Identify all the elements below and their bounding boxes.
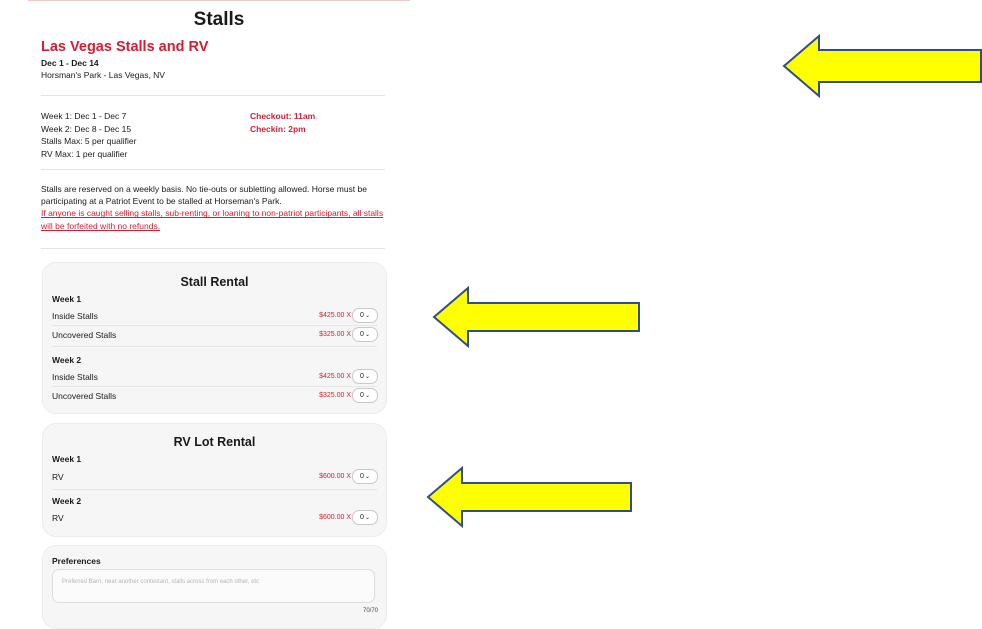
arrow-left-icon [782, 34, 982, 98]
qty-value: 0 [360, 392, 364, 399]
stall-week1-inside-qty-select[interactable]: 0⌄ [352, 308, 378, 323]
event-dates: Dec 1 - Dec 14 [41, 58, 99, 68]
stall-week2-inside-qty-select[interactable]: 0⌄ [352, 369, 378, 384]
info-week1: Week 1: Dec 1 - Dec 7 [41, 111, 127, 121]
arrow-left-icon [426, 466, 632, 528]
character-counter: 70/70 [362, 608, 378, 614]
rv-rental-title: RV Lot Rental [173, 435, 256, 449]
preferences-label: Preferences [52, 556, 101, 566]
rv-week1-label-rv: RV [52, 472, 64, 482]
stall-week2-inside-label: Inside Stalls [52, 372, 98, 382]
arrow-left-icon [432, 286, 640, 348]
stall-week2-label: Week 2 [52, 355, 82, 365]
info-stalls-max: Stalls Max: 5 per qualifier [41, 136, 137, 146]
info-week2: Week 2: Dec 8 - Dec 15 [41, 123, 132, 134]
row-divider [52, 489, 377, 490]
rv-week2-qty-select[interactable]: 0⌄ [352, 510, 378, 525]
rv-week2-price: $600.00 X [319, 514, 351, 521]
top-rule [28, 0, 410, 1]
rv-week2-label: Week 2 [52, 496, 82, 506]
stall-week1-uncovered-label: Uncovered Stalls [52, 330, 117, 340]
divider [41, 248, 385, 249]
chevron-down-icon: ⌄ [364, 313, 370, 319]
stall-week2-uncovered-qty-select[interactable]: 0⌄ [352, 388, 378, 403]
rules-text: Stalls are reserved on a weekly basis. N… [41, 183, 386, 232]
stall-week2-uncovered-price: $325.00 X [319, 392, 351, 399]
stall-week2-uncovered-label: Uncovered Stalls [52, 391, 117, 401]
qty-value: 0 [360, 473, 364, 480]
info-rv-max: RV Max: 1 per qualifier [41, 148, 128, 159]
chevron-down-icon: ⌄ [364, 374, 370, 380]
rv-week1-label: Week 1 [52, 454, 82, 464]
stall-rental-card: Stall Rental Week 1 Inside Stalls $425.0… [42, 262, 387, 414]
checkin-time: Checkin: 2pm [250, 123, 306, 134]
stall-week1-uncovered-qty-select[interactable]: 0⌄ [352, 327, 378, 342]
rv-week1-qty-select[interactable]: 0⌄ [352, 469, 378, 484]
qty-value: 0 [360, 331, 364, 338]
preferences-textarea[interactable]: Preferred Barn, near another contestant,… [52, 569, 375, 603]
qty-value: 0 [360, 312, 364, 319]
checkout-time: Checkout: 11am [250, 111, 316, 121]
row-divider [52, 325, 377, 326]
chevron-down-icon: ⌄ [364, 393, 370, 399]
arrow-shape [426, 466, 632, 528]
row-divider [52, 386, 377, 387]
preferences-placeholder: Preferred Barn, near another contestant,… [62, 579, 260, 585]
page-title: Stalls [193, 9, 245, 30]
stall-week2-inside-price: $425.00 X [319, 373, 351, 380]
info-left: Week 1: Dec 1 - Dec 7 Week 2: Dec 8 - De… [41, 110, 136, 160]
rv-week2-label-rv: RV [52, 513, 64, 523]
arrow-shape [782, 34, 982, 98]
event-location: Horsman's Park - Las Vegas, NV [41, 70, 165, 80]
rv-rental-card: RV Lot Rental Week 1 RV $600.00 X 0⌄ Wee… [42, 423, 387, 537]
divider [41, 95, 385, 96]
qty-value: 0 [360, 373, 364, 380]
stall-week1-inside-price: $425.00 X [319, 312, 351, 319]
stall-rental-title: Stall Rental [180, 275, 249, 289]
row-divider [52, 346, 377, 347]
stall-week1-label: Week 1 [52, 294, 82, 304]
event-name: Las Vegas Stalls and RV [41, 39, 209, 55]
stall-week1-uncovered-price: $325.00 X [319, 331, 351, 338]
chevron-down-icon: ⌄ [364, 474, 370, 480]
qty-value: 0 [360, 514, 364, 521]
arrow-shape [432, 286, 640, 348]
rv-week1-price: $600.00 X [319, 473, 351, 480]
stall-week1-inside-label: Inside Stalls [52, 311, 98, 321]
chevron-down-icon: ⌄ [364, 332, 370, 338]
stalls-page: Stalls Las Vegas Stalls and RV Dec 1 - D… [28, 0, 410, 629]
rules-warning-link[interactable]: If anyone is caught selling stalls, sub-… [41, 208, 383, 230]
info-right: Checkout: 11am Checkin: 2pm [250, 110, 315, 135]
rules-body: Stalls are reserved on a weekly basis. N… [41, 184, 367, 207]
chevron-down-icon: ⌄ [364, 515, 370, 521]
divider [41, 169, 385, 170]
preferences-card: Preferences Preferred Barn, near another… [42, 545, 387, 629]
